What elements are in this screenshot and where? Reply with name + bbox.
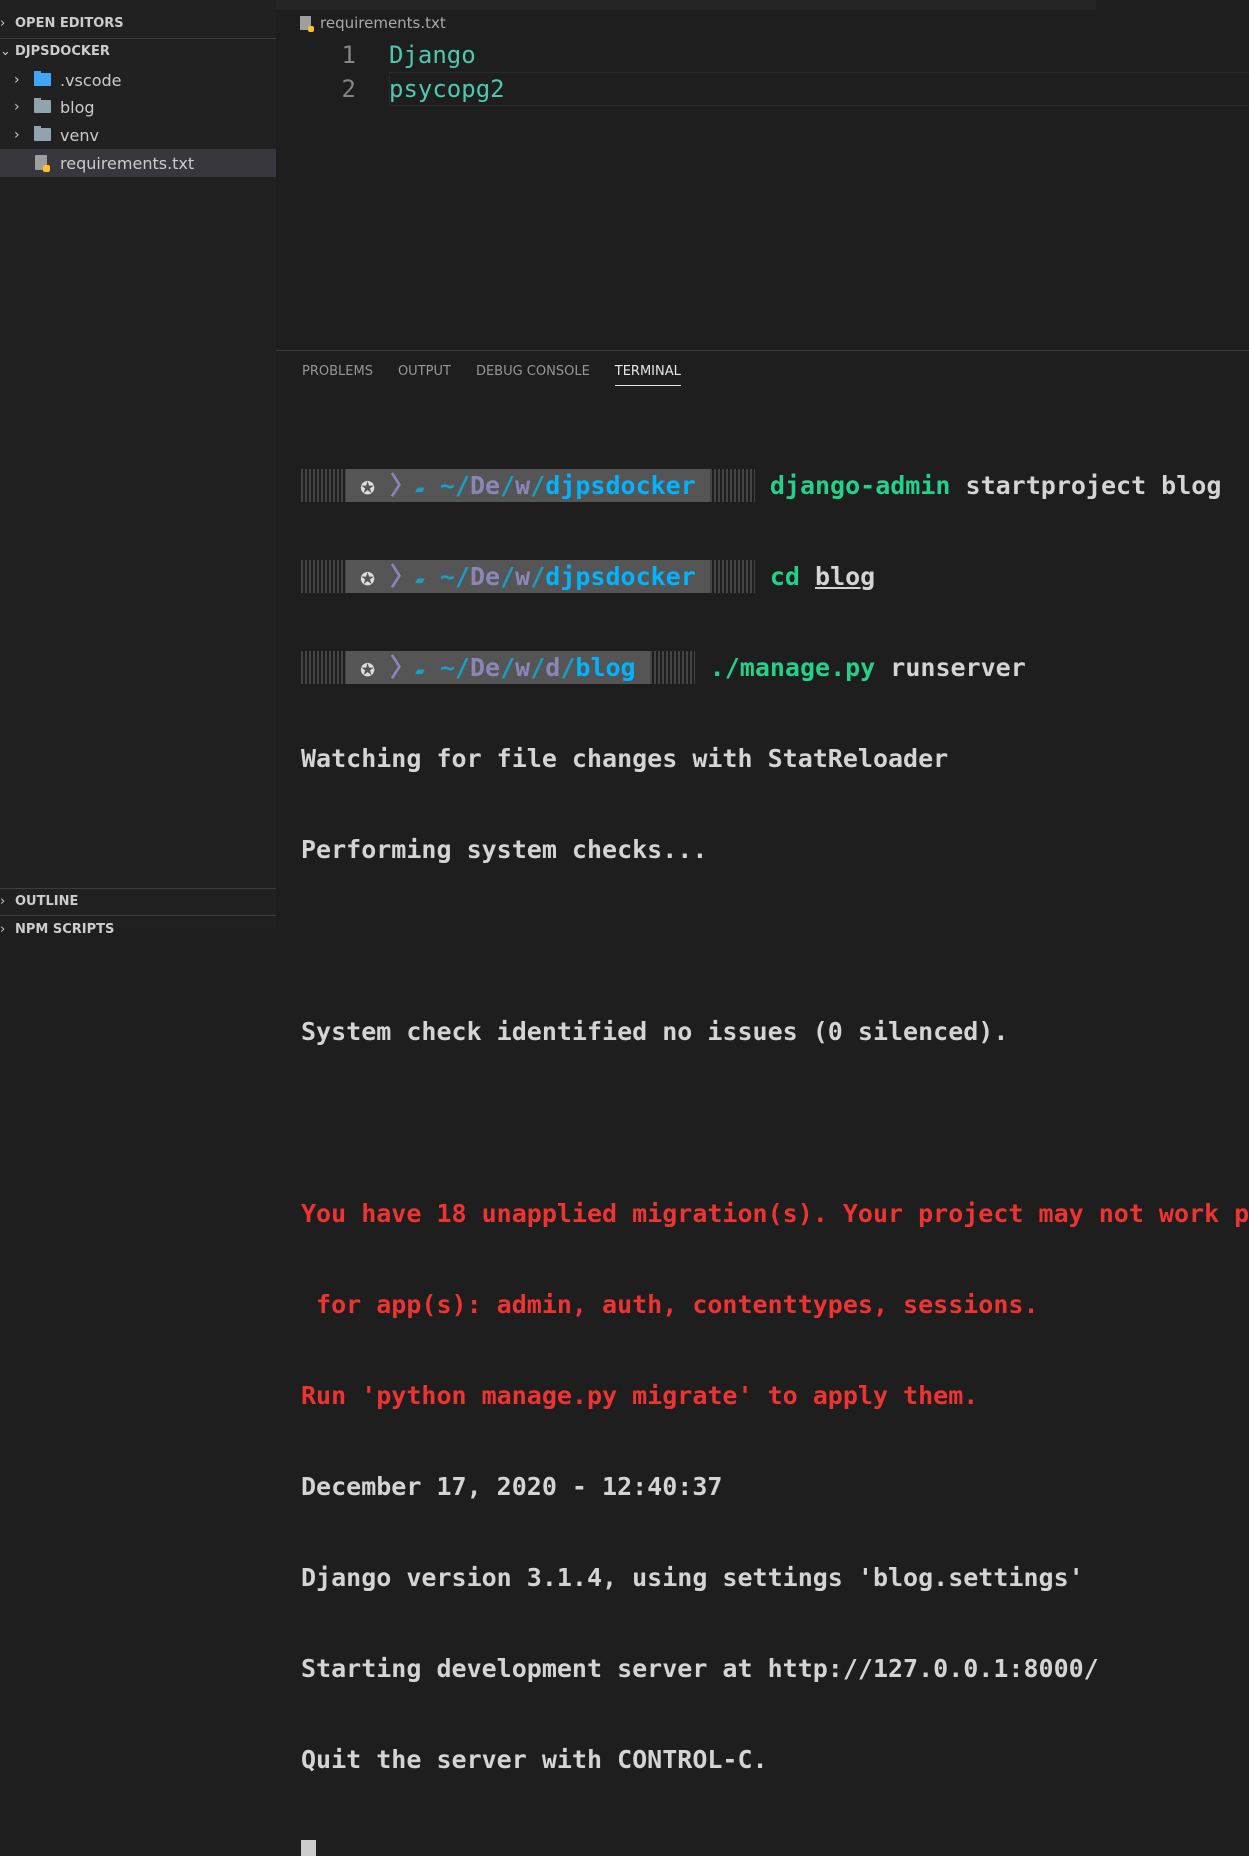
item-label: .vscode [60,70,122,90]
bottom-panel: PROBLEMS OUTPUT DEBUG CONSOLE TERMINAL ✪… [276,350,1249,1856]
chevron-separator-icon: 〉 [390,562,416,591]
command-args: startproject blog [950,471,1222,500]
explorer-sidebar: › OPEN EDITORS ⌄ DJPSDOCKER › .vscode › blog… [0,0,276,937]
output-line: System check identified no issues (0 sil… [301,1017,1009,1046]
folder-open-icon: ▰ [415,570,425,589]
command: cd [769,562,800,591]
tab-problems[interactable]: PROBLEMS [302,364,373,386]
section-title: OUTLINE [15,894,79,909]
project-section[interactable]: ⌄ DJPSDOCKER [0,38,276,65]
chevron-right-icon: › [0,922,6,937]
command-args: blog [815,562,876,591]
ubuntu-icon: ✪ [360,562,376,591]
folder-icon [34,126,51,141]
code-line[interactable]: 2 psycopg2 [276,72,1249,106]
folder-open-icon: ▰ [415,479,425,498]
cursor-line [301,1834,1249,1856]
command-args: runserver [875,653,1026,682]
chevron-right-icon: › [14,127,20,143]
tree-item-blog[interactable]: › blog [0,93,276,121]
terminal[interactable]: ✪ 〉▰ ~/De/w/djpsdocker django-admin star… [301,411,1249,1856]
outline-section[interactable]: › OUTLINE [0,888,276,915]
output-line: Starting development server at http://12… [301,1654,1099,1683]
item-label: requirements.txt [60,153,195,173]
line-text[interactable]: psycopg2 [389,72,505,106]
tab-bar [276,0,1249,10]
prompt-dir: blog [575,653,636,682]
tree-item-vscode[interactable]: › .vscode [0,66,276,94]
chevron-separator-icon: 〉 [390,653,416,682]
command: ./manage.py [709,653,876,682]
warning-line: You have 18 unapplied migration(s). Your… [301,1199,1249,1228]
folder-icon [34,98,51,113]
ubuntu-icon: ✪ [360,653,376,682]
chevron-right-icon: › [0,16,6,31]
output-line: Watching for file changes with StatReloa… [301,744,949,773]
folder-open-icon: ▰ [415,661,425,680]
vscode-folder-icon [34,71,51,86]
chevron-right-icon: › [14,72,20,88]
chevron-right-icon: › [0,894,6,909]
open-editors-section[interactable]: › OPEN EDITORS [0,10,276,37]
code-line[interactable]: 1 Django [276,38,1249,72]
output-line: Performing system checks... [301,835,708,864]
python-requirements-file-icon [300,16,314,32]
section-title: OPEN EDITORS [15,16,124,31]
warning-line: Run 'python manage.py migrate' to apply … [301,1381,979,1410]
section-title: DJPSDOCKER [15,44,110,59]
section-title: NPM SCRIPTS [15,922,115,937]
item-label: blog [60,97,95,117]
line-number: 1 [341,41,356,69]
chevron-separator-icon: 〉 [390,471,416,500]
prompt-dir: djpsdocker [545,562,696,591]
terminal-cursor [301,1840,316,1856]
prompt-dir: djpsdocker [545,471,696,500]
breadcrumb[interactable]: requirements.txt [300,14,446,32]
chevron-right-icon: › [14,99,20,115]
tab-debug-console[interactable]: DEBUG CONSOLE [476,364,590,386]
tab-terminal[interactable]: TERMINAL [614,364,681,386]
output-line: December 17, 2020 - 12:40:37 [301,1472,723,1501]
command: django-admin [769,471,951,500]
python-requirements-file-icon [35,155,50,172]
line-text[interactable]: Django [389,38,476,72]
npm-scripts-section[interactable]: › NPM SCRIPTS [0,916,276,943]
tab-output[interactable]: OUTPUT [398,364,451,386]
breadcrumb-file[interactable]: requirements.txt [320,14,446,32]
output-line: Quit the server with CONTROL-C. [301,1745,768,1774]
tree-item-venv[interactable]: › venv [0,121,276,149]
tree-item-requirements[interactable]: requirements.txt [0,149,276,177]
ubuntu-icon: ✪ [360,471,376,500]
prompt-line: ✪ 〉▰ ~/De/w/d/blog ./manage.py runserver [301,651,1249,684]
line-number: 2 [341,75,356,103]
prompt-line: ✪ 〉▰ ~/De/w/djpsdocker django-admin star… [301,469,1249,502]
chevron-down-icon: ⌄ [0,44,11,59]
prompt-line: ✪ 〉▰ ~/De/w/djpsdocker cd blog [301,560,1249,593]
editor[interactable]: requirements.txt 1 Django 2 psycopg2 [276,0,1249,350]
output-line: Django version 3.1.4, using settings 'bl… [301,1563,1084,1592]
warning-line: for app(s): admin, auth, contenttypes, s… [301,1290,1039,1319]
item-label: venv [60,125,99,145]
